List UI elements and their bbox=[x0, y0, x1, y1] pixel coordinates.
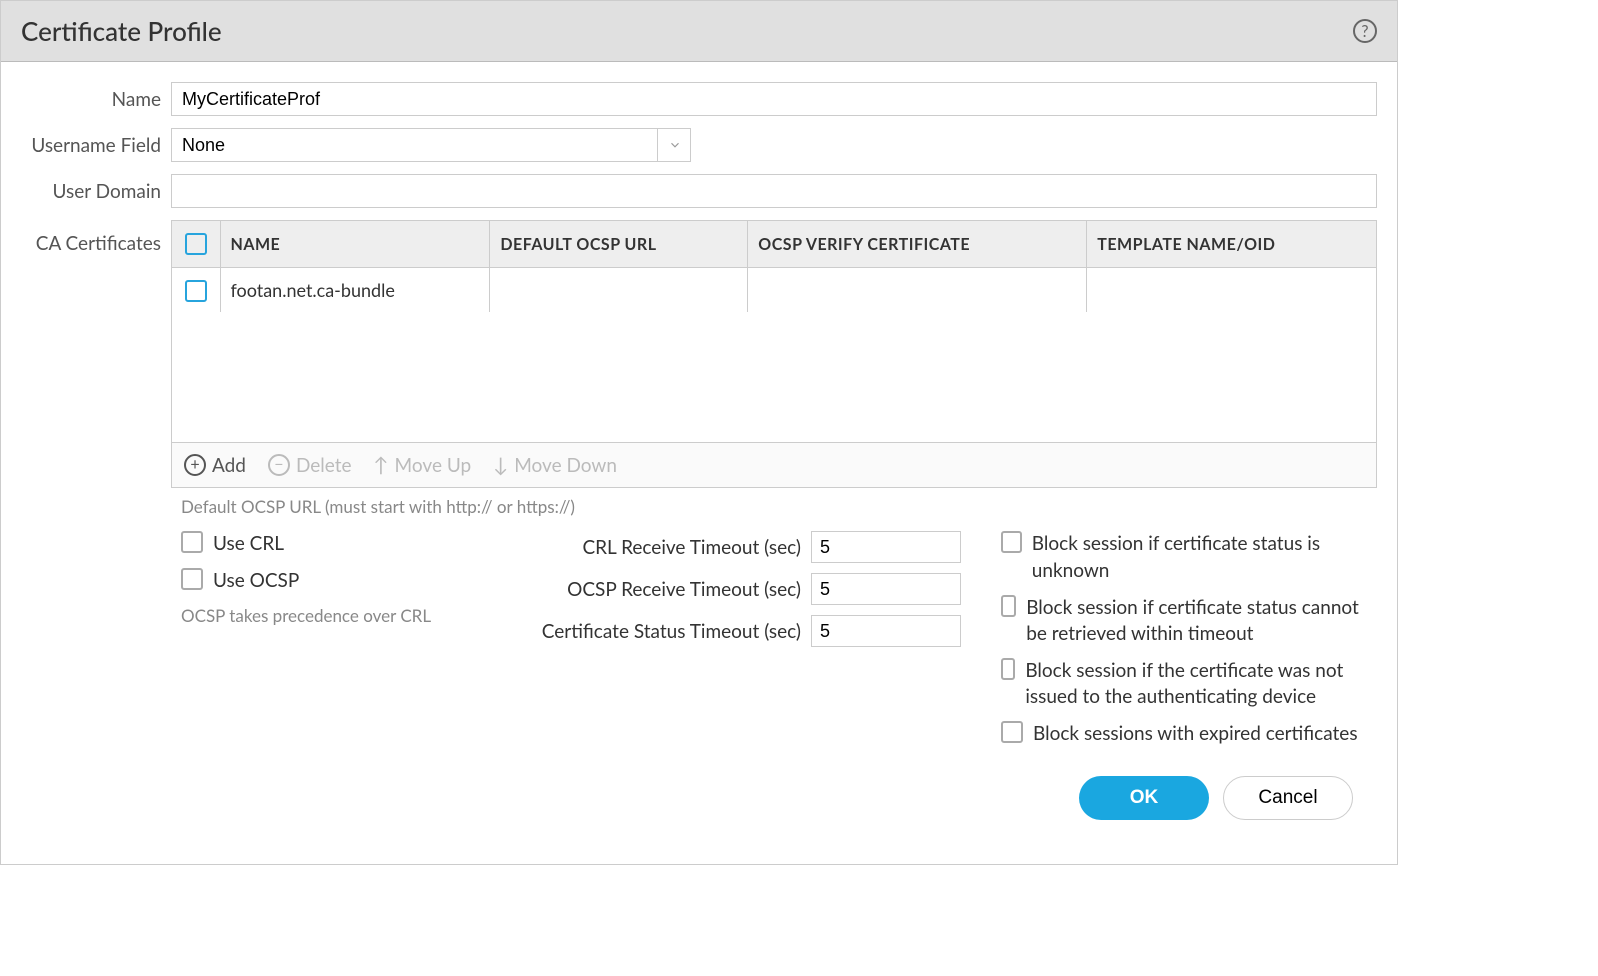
move-up-label: Move Up bbox=[395, 454, 472, 477]
dialog-footer: OK Cancel bbox=[21, 748, 1377, 844]
block-unknown-row: Block session if certificate status is u… bbox=[1001, 531, 1377, 584]
use-crl-row: Use CRL bbox=[181, 531, 461, 558]
use-crl-checkbox[interactable] bbox=[181, 531, 203, 553]
select-all-checkbox[interactable] bbox=[185, 233, 207, 255]
block-timeout-checkbox[interactable] bbox=[1001, 595, 1016, 617]
user-domain-input[interactable] bbox=[171, 174, 1377, 208]
ocsp-timeout-label: OCSP Receive Timeout (sec) bbox=[567, 578, 801, 601]
cell-name: footan.net.ca-bundle bbox=[220, 268, 490, 313]
table-empty-space bbox=[172, 312, 1376, 442]
row-name: Name bbox=[21, 82, 1377, 116]
row-ca-certificates: CA Certificates NAME DEFAULT OCSP URL OC… bbox=[21, 220, 1377, 488]
block-expired-checkbox[interactable] bbox=[1001, 721, 1023, 743]
ok-button[interactable]: OK bbox=[1079, 776, 1209, 820]
col-header-checkbox bbox=[172, 221, 220, 268]
default-ocsp-hint: Default OCSP URL (must start with http:/… bbox=[181, 496, 1377, 517]
move-down-label: Move Down bbox=[514, 454, 617, 477]
cell-default-ocsp-url bbox=[490, 268, 748, 313]
arrow-down-icon: ↓ bbox=[493, 453, 508, 477]
col-header-ocsp-verify-cert: OCSP VERIFY CERTIFICATE bbox=[748, 221, 1087, 268]
crl-timeout-input[interactable] bbox=[811, 531, 961, 563]
delete-label: Delete bbox=[296, 454, 352, 477]
use-ocsp-row: Use OCSP bbox=[181, 568, 461, 595]
minus-icon: − bbox=[268, 454, 290, 476]
move-up-button[interactable]: ↑ Move Up bbox=[374, 453, 472, 477]
ca-table-toolbar: + Add − Delete ↑ Move Up ↓ Move Down bbox=[172, 442, 1376, 487]
ocsp-precedence-hint: OCSP takes precedence over CRL bbox=[181, 605, 461, 626]
label-user-domain: User Domain bbox=[21, 180, 171, 203]
cert-status-timeout-row: Certificate Status Timeout (sec) bbox=[501, 615, 961, 647]
use-crl-label: Use CRL bbox=[213, 531, 284, 558]
name-input[interactable] bbox=[171, 82, 1377, 116]
col-header-default-ocsp-url: DEFAULT OCSP URL bbox=[490, 221, 748, 268]
add-label: Add bbox=[212, 454, 246, 477]
add-button[interactable]: + Add bbox=[184, 454, 246, 477]
block-unknown-label: Block session if certificate status is u… bbox=[1032, 531, 1377, 584]
label-name: Name bbox=[21, 88, 171, 111]
label-ca-certificates: CA Certificates bbox=[21, 220, 171, 255]
help-icon[interactable]: ? bbox=[1353, 19, 1377, 43]
table-row[interactable]: footan.net.ca-bundle bbox=[172, 268, 1376, 313]
ocsp-timeout-row: OCSP Receive Timeout (sec) bbox=[501, 573, 961, 605]
move-down-button[interactable]: ↓ Move Down bbox=[493, 453, 617, 477]
options-col-right: Block session if certificate status is u… bbox=[1001, 531, 1377, 747]
plus-icon: + bbox=[184, 454, 206, 476]
username-field-select-wrap bbox=[171, 128, 691, 162]
dialog-header: Certificate Profile ? bbox=[1, 1, 1397, 62]
ca-certificates-table: NAME DEFAULT OCSP URL OCSP VERIFY CERTIF… bbox=[172, 221, 1376, 442]
block-timeout-label: Block session if certificate status cann… bbox=[1026, 595, 1377, 648]
cell-template-name bbox=[1087, 268, 1376, 313]
cert-status-timeout-label: Certificate Status Timeout (sec) bbox=[542, 620, 801, 643]
cert-status-timeout-input[interactable] bbox=[811, 615, 961, 647]
block-expired-label: Block sessions with expired certificates bbox=[1033, 721, 1358, 748]
certificate-profile-dialog: Certificate Profile ? Name Username Fiel… bbox=[0, 0, 1398, 865]
options-col-mid: CRL Receive Timeout (sec) OCSP Receive T… bbox=[501, 531, 961, 747]
use-ocsp-label: Use OCSP bbox=[213, 568, 299, 595]
dialog-title: Certificate Profile bbox=[21, 15, 222, 47]
col-header-name: NAME bbox=[220, 221, 490, 268]
block-unknown-checkbox[interactable] bbox=[1001, 531, 1022, 553]
row-username-field: Username Field bbox=[21, 128, 1377, 162]
cell-ocsp-verify-cert bbox=[748, 268, 1087, 313]
arrow-up-icon: ↑ bbox=[374, 453, 389, 477]
ocsp-timeout-input[interactable] bbox=[811, 573, 961, 605]
block-not-issued-row: Block session if the certificate was not… bbox=[1001, 658, 1377, 711]
use-ocsp-checkbox[interactable] bbox=[181, 568, 203, 590]
label-username-field: Username Field bbox=[21, 134, 171, 157]
block-timeout-row: Block session if certificate status cann… bbox=[1001, 595, 1377, 648]
col-header-template-name: TEMPLATE NAME/OID bbox=[1087, 221, 1376, 268]
block-expired-row: Block sessions with expired certificates bbox=[1001, 721, 1377, 748]
ca-table-wrap: NAME DEFAULT OCSP URL OCSP VERIFY CERTIF… bbox=[171, 220, 1377, 488]
block-not-issued-checkbox[interactable] bbox=[1001, 658, 1015, 680]
options-grid: Use CRL Use OCSP OCSP takes precedence o… bbox=[181, 531, 1377, 747]
row-user-domain: User Domain bbox=[21, 174, 1377, 208]
dialog-body: Name Username Field User Domain CA Certi… bbox=[1, 62, 1397, 864]
block-not-issued-label: Block session if the certificate was not… bbox=[1025, 658, 1377, 711]
crl-timeout-row: CRL Receive Timeout (sec) bbox=[501, 531, 961, 563]
delete-button[interactable]: − Delete bbox=[268, 454, 352, 477]
crl-timeout-label: CRL Receive Timeout (sec) bbox=[582, 536, 801, 559]
row-checkbox[interactable] bbox=[185, 280, 207, 302]
username-field-select[interactable] bbox=[171, 128, 691, 162]
options-col-left: Use CRL Use OCSP OCSP takes precedence o… bbox=[181, 531, 461, 747]
cancel-button[interactable]: Cancel bbox=[1223, 776, 1353, 820]
